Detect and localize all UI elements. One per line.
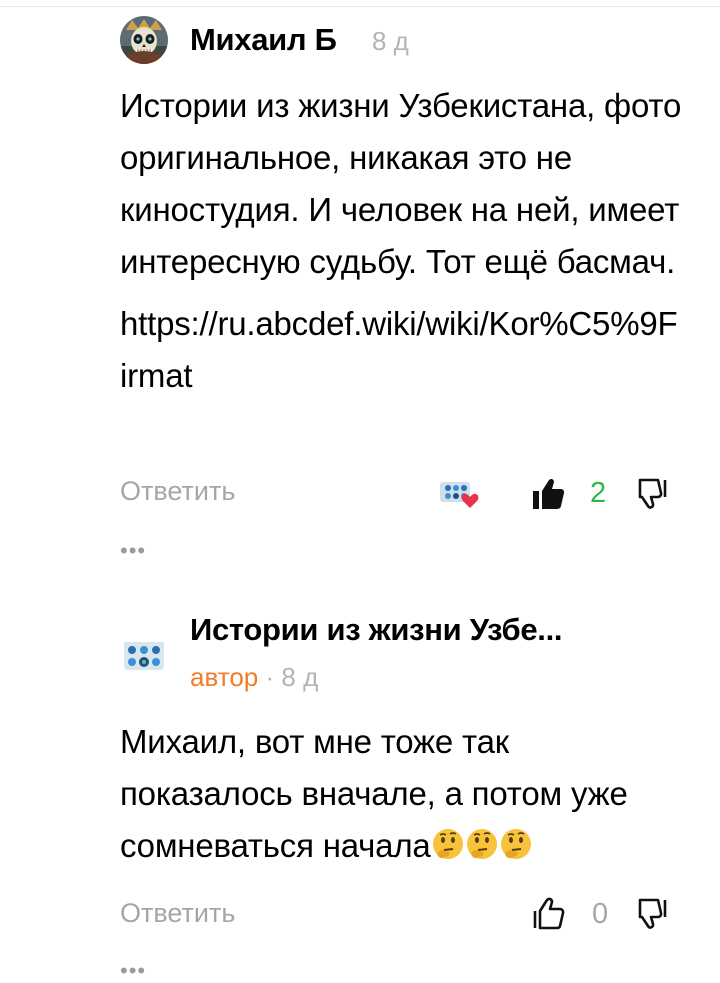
like-button[interactable] bbox=[532, 896, 568, 937]
like-count: 0 bbox=[592, 898, 609, 930]
comment-paragraph: Михаил, вот мне тоже так показалось внач… bbox=[120, 723, 628, 864]
avatar[interactable] bbox=[120, 16, 168, 64]
emoji-group bbox=[431, 827, 533, 864]
avatar[interactable] bbox=[120, 630, 168, 678]
comment-time: 8 д bbox=[281, 662, 319, 692]
comment-time: 8 д bbox=[372, 26, 409, 56]
author-badge: автор bbox=[190, 662, 259, 692]
comment-text: Михаил, вот мне тоже так показалось внач… bbox=[120, 716, 680, 872]
comment-text: Истории из жизни Узбекистана, фото ориги… bbox=[120, 80, 700, 402]
meta-separator: · bbox=[265, 662, 275, 692]
skull-avatar-icon bbox=[120, 16, 168, 64]
thumbs-down-icon bbox=[638, 478, 667, 509]
dislike-button[interactable] bbox=[632, 476, 668, 517]
thinking-face-emoji bbox=[432, 829, 463, 859]
more-options-button[interactable]: ••• bbox=[120, 960, 146, 982]
comment-meta: автор · 8 д bbox=[190, 662, 318, 693]
thinking-face-emoji bbox=[500, 829, 531, 859]
thinking-face-emoji bbox=[466, 829, 497, 859]
dislike-button[interactable] bbox=[632, 896, 668, 937]
comment-link[interactable]: https://ru.abcdef.wiki/wiki/Kor%C5%9Firm… bbox=[120, 298, 680, 402]
top-divider bbox=[0, 6, 720, 7]
thumbs-down-icon bbox=[638, 898, 667, 929]
more-options-button[interactable]: ••• bbox=[120, 540, 146, 562]
like-count: 2 bbox=[590, 477, 607, 509]
author-liked-heart-icon bbox=[440, 482, 479, 508]
reply-button[interactable]: Ответить bbox=[120, 898, 235, 929]
author-liked-badge bbox=[440, 478, 484, 515]
reply-button[interactable]: Ответить bbox=[120, 476, 235, 507]
author-name[interactable]: Михаил Б bbox=[190, 22, 337, 58]
author-name[interactable]: Истории из жизни Узбе... bbox=[190, 612, 563, 648]
like-button[interactable] bbox=[530, 476, 566, 517]
ornament-avatar-icon bbox=[120, 630, 168, 678]
thumbs-up-icon bbox=[533, 897, 565, 930]
thumbs-up-filled-icon bbox=[533, 478, 565, 509]
comment-paragraph: Истории из жизни Узбекистана, фото ориги… bbox=[120, 87, 682, 280]
